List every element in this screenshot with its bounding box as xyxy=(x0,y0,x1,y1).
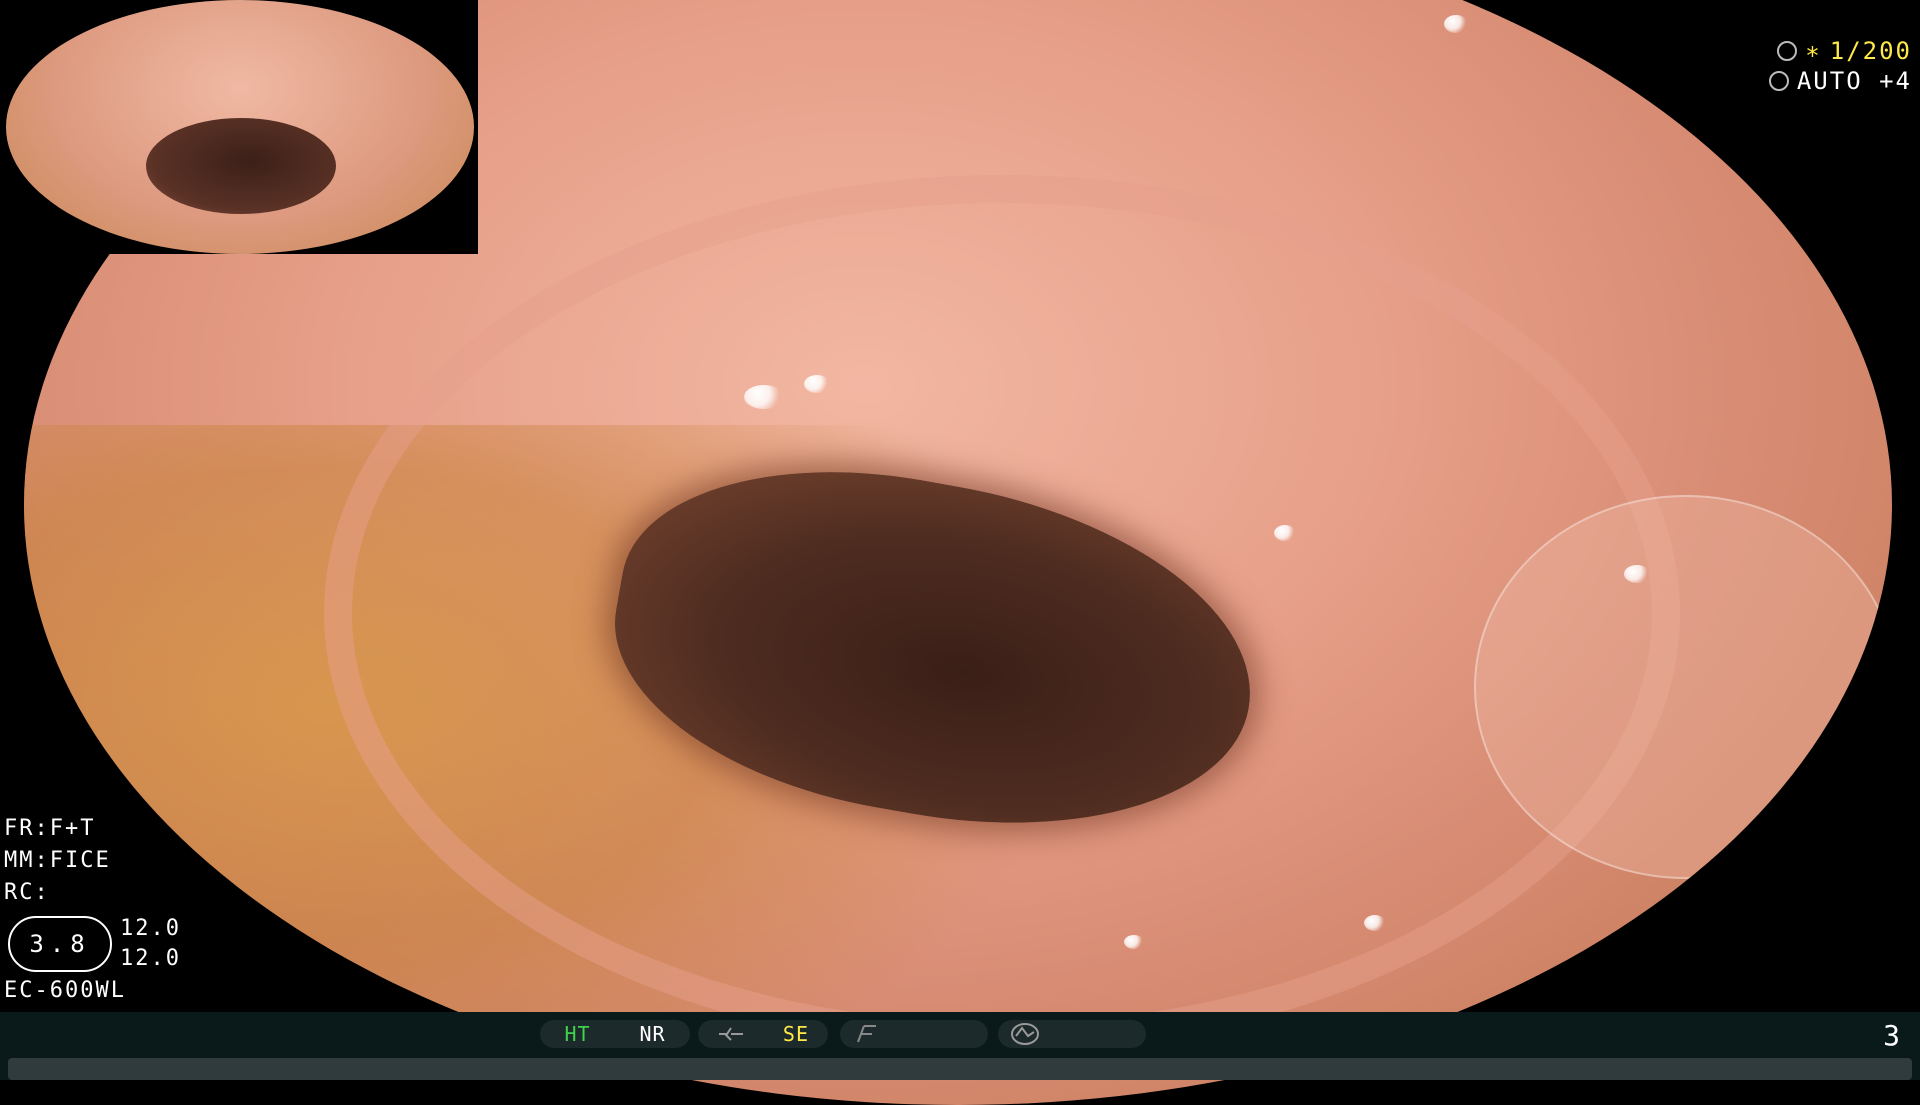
rc-label: RC: xyxy=(4,880,50,905)
ht-nr-indicator: HT NR xyxy=(540,1020,690,1048)
shutter-speed: 1/200 xyxy=(1829,37,1912,65)
settings-info: FR:F+T MM:FICE RC: xyxy=(4,818,111,914)
color-enhance-level: 3.8 xyxy=(29,930,91,958)
frequency-indicator xyxy=(840,1020,988,1048)
color-enhance-value: 12.0 xyxy=(120,946,181,971)
exposure-status: ∗ 1/200 AUTO +4 xyxy=(1768,36,1912,96)
structure-enhance-indicator: SE xyxy=(698,1020,828,1048)
light-reflection xyxy=(1544,5,1574,25)
pip-lumen xyxy=(146,118,336,214)
contrast-indicator xyxy=(998,1020,1146,1048)
iris-icon xyxy=(1768,71,1789,91)
color-enhance-value: 12.0 xyxy=(120,916,181,941)
mode-label: MM:FICE xyxy=(4,848,111,873)
ht-label: HT xyxy=(564,1022,591,1046)
pip-view xyxy=(6,0,474,254)
light-reflection xyxy=(744,385,784,409)
light-reflection xyxy=(1364,915,1386,931)
frame-rate-label: FR:F+T xyxy=(4,816,96,841)
structure-icon xyxy=(718,1027,743,1041)
se-label: SE xyxy=(782,1022,810,1046)
light-reflection xyxy=(804,375,830,393)
color-enhance-badge: 3.8 xyxy=(8,916,112,972)
light-reflection xyxy=(1444,15,1468,33)
shutter-icon xyxy=(1777,41,1798,61)
pip-inset xyxy=(0,0,478,254)
light-reflection xyxy=(1124,935,1144,949)
iris-mode: AUTO +4 xyxy=(1796,67,1912,95)
frequency-icon xyxy=(857,1025,876,1043)
page-number: 3 xyxy=(1883,1019,1902,1052)
bottom-strip xyxy=(8,1058,1912,1080)
color-enhance-values: 12.0 12.0 xyxy=(120,918,181,978)
contrast-icon xyxy=(1011,1023,1039,1045)
scope-model: EC-600WL xyxy=(4,978,126,1003)
light-reflection xyxy=(1274,525,1296,541)
nr-label: NR xyxy=(639,1022,666,1046)
light-reflection xyxy=(1624,565,1650,583)
shutter-mark: ∗ xyxy=(1805,37,1822,65)
foam-area xyxy=(1474,495,1892,879)
